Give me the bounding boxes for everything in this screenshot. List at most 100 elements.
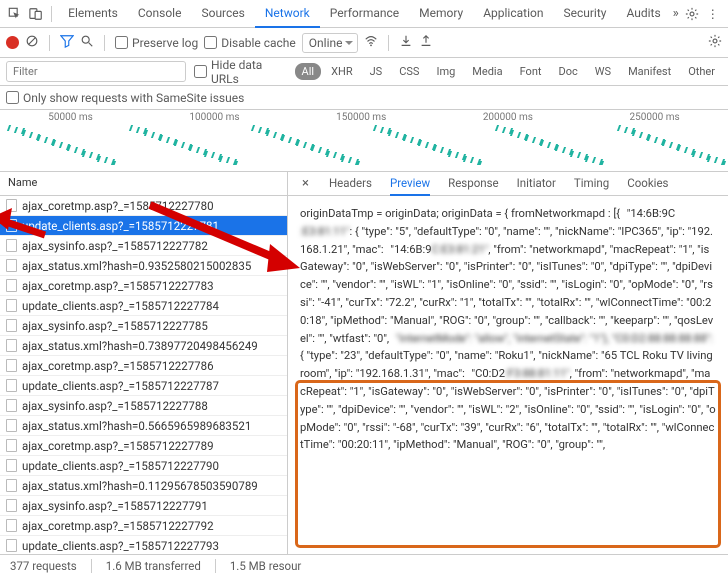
hide-data-urls-checkbox[interactable]: Hide data URLs bbox=[194, 58, 287, 86]
tab-performance[interactable]: Performance bbox=[320, 0, 409, 28]
request-name: ajax_sysinfo.asp?_=1585712227791 bbox=[22, 499, 208, 513]
request-name: update_clients.asp?_=1585712227790 bbox=[22, 459, 219, 473]
filter-type-other[interactable]: Other bbox=[681, 63, 722, 80]
request-list-pane: Name ajax_coretmp.asp?_=1585712227780upd… bbox=[0, 172, 288, 554]
filter-type-media[interactable]: Media bbox=[465, 63, 509, 80]
document-icon bbox=[6, 219, 17, 232]
document-icon bbox=[6, 499, 17, 512]
tab-elements[interactable]: Elements bbox=[58, 0, 128, 28]
request-row[interactable]: update_clients.asp?_=1585712227781 bbox=[0, 216, 287, 236]
request-row[interactable]: ajax_coretmp.asp?_=1585712227786 bbox=[0, 356, 287, 376]
request-row[interactable]: ajax_status.xml?hash=0.11295678503590789 bbox=[0, 476, 287, 496]
throttling-select[interactable]: Online bbox=[302, 33, 358, 53]
samesite-row: Only show requests with SameSite issues bbox=[0, 86, 728, 110]
request-row[interactable]: update_clients.asp?_=1585712227787 bbox=[0, 376, 287, 396]
request-row[interactable]: update_clients.asp?_=1585712227793 bbox=[0, 536, 287, 554]
close-details-icon[interactable]: × bbox=[298, 176, 313, 191]
request-name: ajax_sysinfo.asp?_=1585712227788 bbox=[22, 399, 208, 413]
device-toggle-icon[interactable] bbox=[27, 3, 46, 25]
request-row[interactable]: ajax_sysinfo.asp?_=1585712227791 bbox=[0, 496, 287, 516]
request-row[interactable]: ajax_sysinfo.asp?_=1585712227782 bbox=[0, 236, 287, 256]
request-row[interactable]: ajax_coretmp.asp?_=1585712227780 bbox=[0, 196, 287, 216]
status-resources: 1.5 MB resour bbox=[230, 559, 302, 573]
request-row[interactable]: ajax_coretmp.asp?_=1585712227783 bbox=[0, 276, 287, 296]
request-name: ajax_coretmp.asp?_=1585712227783 bbox=[22, 279, 214, 293]
filter-type-doc[interactable]: Doc bbox=[552, 63, 585, 80]
request-row[interactable]: ajax_coretmp.asp?_=1585712227792 bbox=[0, 516, 287, 536]
wifi-icon[interactable] bbox=[364, 34, 378, 51]
tab-application[interactable]: Application bbox=[473, 0, 553, 28]
document-icon bbox=[6, 299, 17, 312]
search-icon[interactable] bbox=[80, 34, 94, 51]
document-icon bbox=[6, 359, 17, 372]
document-icon bbox=[6, 419, 17, 432]
separator bbox=[49, 35, 50, 51]
request-name: update_clients.asp?_=1585712227784 bbox=[22, 299, 219, 313]
request-name: ajax_sysinfo.asp?_=1585712227785 bbox=[22, 319, 208, 333]
filter-type-manifest[interactable]: Manifest bbox=[621, 63, 678, 80]
filter-type-css[interactable]: CSS bbox=[392, 63, 426, 80]
more-tabs-icon[interactable]: » bbox=[673, 6, 679, 21]
tab-memory[interactable]: Memory bbox=[409, 0, 473, 28]
clear-icon[interactable] bbox=[25, 34, 39, 51]
inspect-icon[interactable] bbox=[6, 3, 25, 25]
filter-type-font[interactable]: Font bbox=[513, 63, 549, 80]
separator bbox=[51, 6, 52, 22]
disable-cache-checkbox[interactable]: Disable cache bbox=[204, 36, 296, 50]
record-button[interactable] bbox=[6, 36, 19, 49]
request-row[interactable]: ajax_status.xml?hash=0.73897720498456249 bbox=[0, 336, 287, 356]
status-requests: 377 requests bbox=[10, 559, 92, 573]
request-row[interactable]: update_clients.asp?_=1585712227784 bbox=[0, 296, 287, 316]
details-tab-cookies[interactable]: Cookies bbox=[627, 172, 668, 196]
details-tab-response[interactable]: Response bbox=[448, 172, 499, 196]
filter-type-js[interactable]: JS bbox=[363, 63, 390, 80]
request-row[interactable]: ajax_sysinfo.asp?_=1585712227788 bbox=[0, 396, 287, 416]
tab-sources[interactable]: Sources bbox=[191, 0, 254, 28]
filter-icon[interactable] bbox=[60, 34, 74, 51]
status-bar: 377 requests 1.6 MB transferred 1.5 MB r… bbox=[0, 554, 728, 577]
request-name: ajax_coretmp.asp?_=1585712227792 bbox=[22, 519, 214, 533]
details-tab-initiator[interactable]: Initiator bbox=[517, 172, 556, 196]
settings-icon[interactable] bbox=[683, 3, 702, 25]
export-icon[interactable] bbox=[419, 34, 433, 51]
preserve-log-checkbox[interactable]: Preserve log bbox=[115, 36, 198, 50]
preview-content[interactable]: originDataTmp = originData; originData =… bbox=[288, 196, 728, 554]
request-name: ajax_sysinfo.asp?_=1585712227782 bbox=[22, 239, 208, 253]
request-name: ajax_coretmp.asp?_=1585712227786 bbox=[22, 359, 214, 373]
request-name: ajax_status.xml?hash=0.11295678503590789 bbox=[22, 479, 258, 493]
document-icon bbox=[6, 379, 17, 392]
request-row[interactable]: ajax_sysinfo.asp?_=1585712227785 bbox=[0, 316, 287, 336]
document-icon bbox=[6, 539, 17, 552]
settings-gear-icon[interactable] bbox=[708, 34, 722, 51]
tab-security[interactable]: Security bbox=[553, 0, 616, 28]
request-row[interactable]: update_clients.asp?_=1585712227790 bbox=[0, 456, 287, 476]
details-tab-preview[interactable]: Preview bbox=[390, 172, 430, 196]
request-row[interactable]: ajax_status.xml?hash=0.5665965989683521 bbox=[0, 416, 287, 436]
request-name: ajax_status.xml?hash=0.5665965989683521 bbox=[22, 419, 251, 433]
timeline-overview[interactable]: 50000 ms100000 ms150000 ms200000 ms25000… bbox=[0, 110, 728, 172]
details-tab-headers[interactable]: Headers bbox=[329, 172, 372, 196]
filter-type-img[interactable]: Img bbox=[429, 63, 462, 80]
document-icon bbox=[6, 339, 17, 352]
request-row[interactable]: ajax_coretmp.asp?_=1585712227789 bbox=[0, 436, 287, 456]
filter-type-ws[interactable]: WS bbox=[588, 63, 618, 80]
document-icon bbox=[6, 479, 17, 492]
filter-type-xhr[interactable]: XHR bbox=[324, 63, 360, 80]
kebab-menu-icon[interactable]: ⋮ bbox=[703, 3, 722, 25]
request-name: ajax_status.xml?hash=0.9352580215002835 bbox=[22, 259, 251, 273]
request-row[interactable]: ajax_status.xml?hash=0.9352580215002835 bbox=[0, 256, 287, 276]
devtools-tabbar: ElementsConsoleSourcesNetworkPerformance… bbox=[0, 0, 728, 28]
tab-network[interactable]: Network bbox=[255, 0, 320, 28]
document-icon bbox=[6, 399, 17, 412]
details-tab-timing[interactable]: Timing bbox=[574, 172, 609, 196]
request-name: ajax_status.xml?hash=0.73897720498456249 bbox=[22, 339, 258, 353]
tab-console[interactable]: Console bbox=[128, 0, 192, 28]
document-icon bbox=[6, 279, 17, 292]
filter-input[interactable] bbox=[6, 61, 186, 82]
tab-audits[interactable]: Audits bbox=[616, 0, 670, 28]
samesite-checkbox[interactable]: Only show requests with SameSite issues bbox=[6, 91, 244, 105]
name-column-header[interactable]: Name bbox=[0, 172, 287, 196]
import-icon[interactable] bbox=[399, 34, 413, 51]
filter-type-all[interactable]: All bbox=[295, 63, 322, 80]
request-name: update_clients.asp?_=1585712227781 bbox=[22, 219, 219, 233]
